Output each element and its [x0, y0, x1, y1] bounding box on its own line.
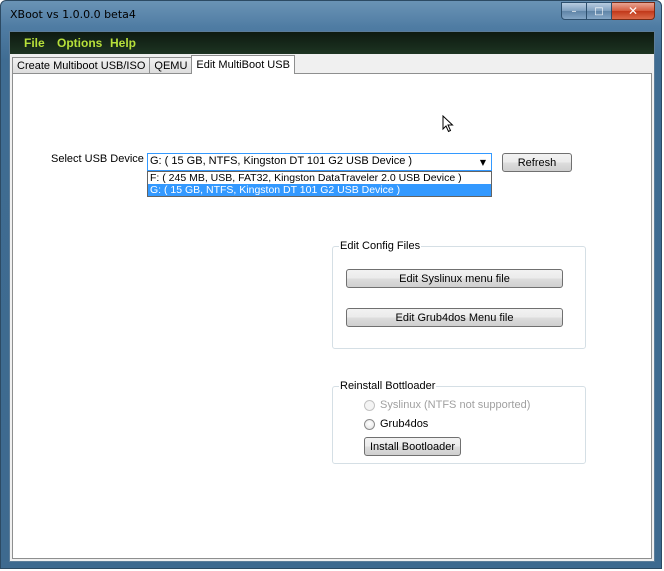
install-bootloader-button[interactable]: Install Bootloader: [364, 437, 461, 456]
usb-device-dropdown-list: F: ( 245 MB, USB, FAT32, Kingston DataTr…: [147, 171, 492, 197]
minimize-button[interactable]: –: [561, 2, 587, 20]
menu-file[interactable]: File: [24, 36, 45, 50]
edit-syslinux-button[interactable]: Edit Syslinux menu file: [346, 269, 563, 288]
syslinux-radio: [364, 399, 375, 411]
window-title: XBoot vs 1.0.0.0 beta4: [10, 8, 136, 21]
edit-grub4dos-button[interactable]: Edit Grub4dos Menu file: [346, 308, 563, 327]
close-icon: ✕: [627, 4, 639, 18]
maximize-icon: □: [594, 5, 604, 17]
grub4dos-radio[interactable]: [364, 418, 375, 430]
menu-bar: File Options Help: [10, 32, 654, 54]
tab-create-multiboot[interactable]: Create Multiboot USB/ISO: [12, 57, 151, 74]
tab-qemu[interactable]: QEMU: [149, 57, 193, 74]
refresh-button[interactable]: Refresh: [502, 153, 572, 172]
chevron-down-icon[interactable]: ▼: [475, 154, 491, 170]
tab-edit-multiboot[interactable]: Edit MultiBoot USB: [191, 55, 295, 74]
edit-multiboot-panel: Select USB Device : G: ( 15 GB, NTFS, Ki…: [12, 73, 652, 559]
usb-device-selected-value: G: ( 15 GB, NTFS, Kingston DT 101 G2 USB…: [150, 155, 413, 167]
maximize-button[interactable]: □: [587, 2, 612, 20]
client-area: File Options Help Create Multiboot USB/I…: [9, 31, 655, 562]
reinstall-bootloader-group: Reinstall Bottloader Syslinux (NTFS not …: [332, 380, 586, 464]
minimize-icon: –: [571, 5, 577, 17]
select-usb-label: Select USB Device :: [51, 153, 151, 165]
edit-config-title: Edit Config Files: [339, 240, 422, 252]
usb-option-f[interactable]: F: ( 245 MB, USB, FAT32, Kingston DataTr…: [148, 172, 491, 184]
caption-buttons: – □ ✕: [561, 2, 655, 20]
reinstall-bootloader-title: Reinstall Bottloader: [339, 380, 437, 392]
app-window: XBoot vs 1.0.0.0 beta4 – □ ✕ File Option…: [0, 0, 662, 569]
usb-device-select[interactable]: G: ( 15 GB, NTFS, Kingston DT 101 G2 USB…: [147, 153, 492, 171]
syslinux-radio-row: Syslinux (NTFS not supported): [364, 399, 530, 411]
usb-option-g[interactable]: G: ( 15 GB, NTFS, Kingston DT 101 G2 USB…: [148, 184, 491, 196]
menu-help[interactable]: Help: [110, 36, 136, 50]
title-bar[interactable]: XBoot vs 1.0.0.0 beta4 – □ ✕: [1, 1, 661, 29]
close-button[interactable]: ✕: [612, 2, 655, 20]
grub4dos-radio-row[interactable]: Grub4dos: [364, 418, 428, 430]
edit-config-group: Edit Config Files Edit Syslinux menu fil…: [332, 240, 586, 349]
menu-options[interactable]: Options: [57, 36, 102, 50]
mouse-pointer-icon: [442, 115, 454, 133]
tab-strip: Create Multiboot USB/ISO QEMU Edit Multi…: [12, 55, 295, 74]
syslinux-radio-label: Syslinux (NTFS not supported): [380, 399, 531, 411]
grub4dos-radio-label[interactable]: Grub4dos: [380, 418, 428, 430]
